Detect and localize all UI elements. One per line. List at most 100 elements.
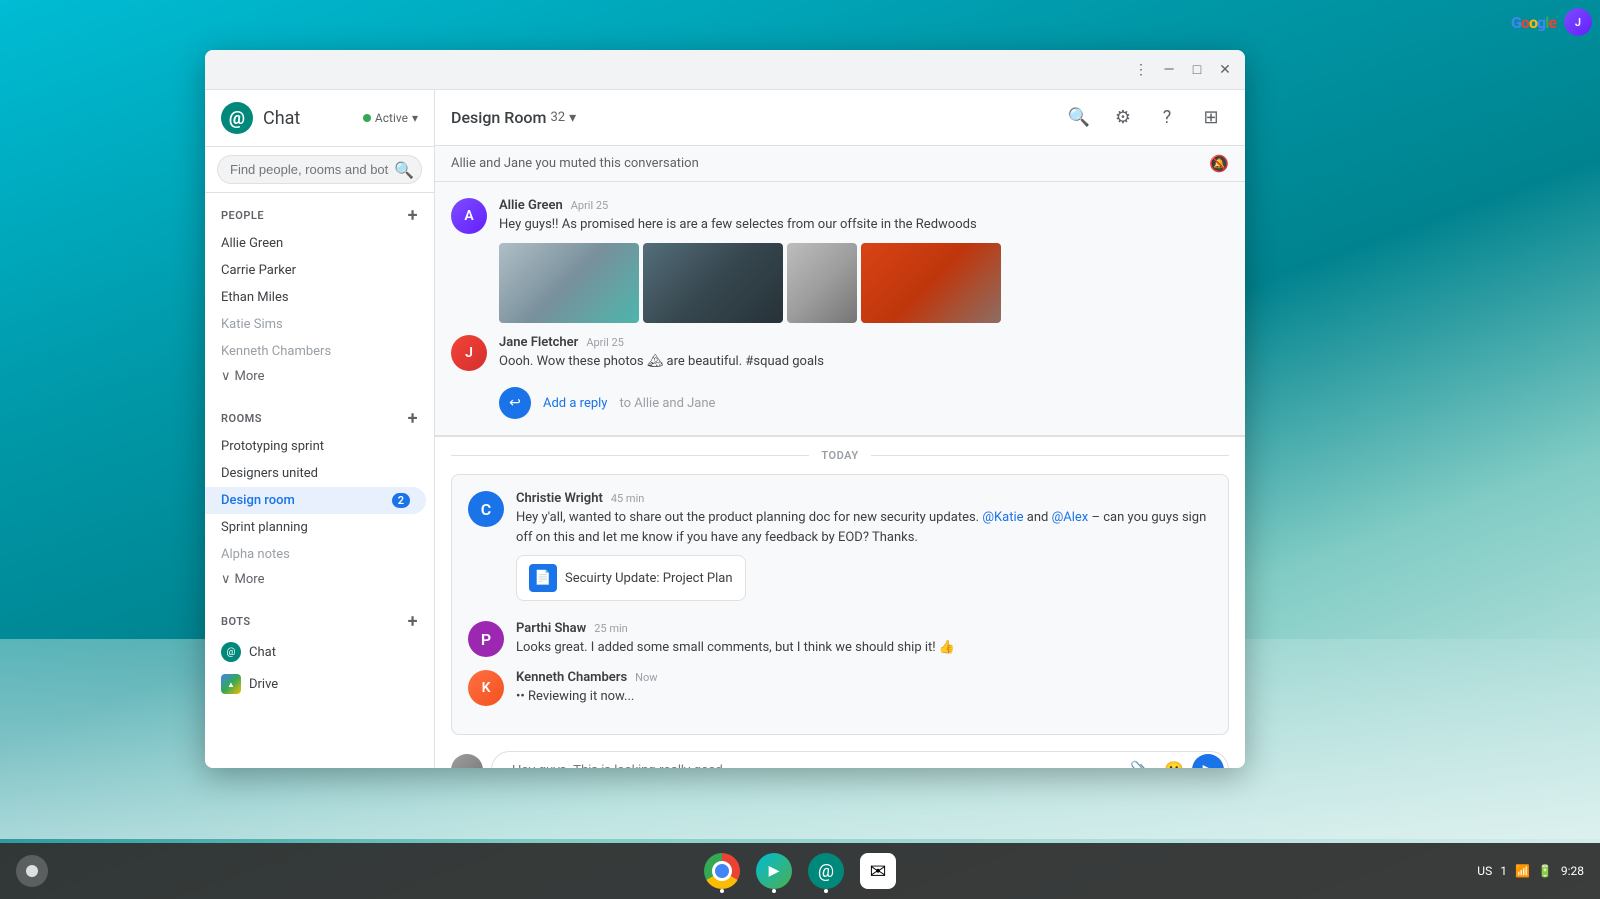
play-icon [756, 853, 792, 889]
chat-taskbar-icon: @ [808, 853, 844, 889]
help-button[interactable]: ? [1149, 100, 1185, 136]
sidebar-item-drive-bot[interactable]: ▲ Drive [205, 668, 426, 700]
photo-1[interactable] [499, 243, 639, 323]
google-bar: Google J [1511, 8, 1592, 36]
message-content-kenneth: Kenneth Chambers Now •• Reviewing it now… [516, 670, 1212, 707]
status-indicator[interactable]: Active ▾ [363, 111, 418, 125]
photo-2[interactable] [643, 243, 783, 323]
add-bot-button[interactable]: + [408, 611, 418, 632]
sidebar: @ Chat Active ▾ 🔍 PEOPLE + [205, 90, 435, 768]
sidebar-item-carrie-parker[interactable]: Carrie Parker [205, 257, 426, 284]
people-more-button[interactable]: ∨ More [205, 365, 434, 388]
sidebar-item-ethan-miles[interactable]: Ethan Miles [205, 284, 426, 311]
app-name-label: Chat [263, 108, 300, 129]
sidebar-header: @ Chat Active ▾ [205, 90, 434, 147]
emoji-button[interactable]: 🙂 [1158, 754, 1190, 769]
sender-parthi: Parthi Shaw [516, 621, 586, 636]
photo-3[interactable] [787, 243, 857, 323]
design-room-badge: 2 [392, 493, 410, 508]
message-header: Christie Wright 45 min [516, 491, 1212, 506]
maximize-button[interactable]: □ [1185, 58, 1209, 82]
window-controls: ⋮ — □ ✕ [1129, 58, 1237, 82]
wifi-icon: 📶 [1515, 864, 1530, 878]
sidebar-item-allie-green[interactable]: Allie Green [205, 230, 426, 257]
photo-4[interactable] [861, 243, 1001, 323]
photo-grid [499, 243, 1229, 323]
time-parthi: 25 min [594, 622, 628, 635]
search-input[interactable] [217, 155, 422, 184]
mute-icon[interactable]: 🔕 [1209, 154, 1229, 173]
search-button[interactable]: 🔍 [1061, 100, 1097, 136]
sidebar-item-designers-united[interactable]: Designers united [205, 460, 426, 487]
header-actions: 🔍 ⚙ ? ⊞ [1061, 100, 1229, 136]
people-section: PEOPLE + Allie Green Carrie Parker Ethan… [205, 193, 434, 396]
rooms-more-button[interactable]: ∨ More [205, 568, 434, 591]
apps-button[interactable]: ⊞ [1193, 100, 1229, 136]
taskbar-chat[interactable]: @ [806, 851, 846, 891]
input-actions: 📎 🙂 ▶ [1124, 754, 1224, 769]
add-person-button[interactable]: + [408, 205, 418, 226]
taskbar-icon-dot [772, 889, 776, 893]
message-input-container: 📎 🙂 ▶ [491, 751, 1229, 768]
add-reply-button[interactable]: Add a reply [543, 396, 607, 411]
message-input[interactable] [504, 752, 1120, 768]
message-content: Allie Green April 25 Hey guys!! As promi… [499, 198, 1229, 323]
message-header: Kenneth Chambers Now [516, 670, 1212, 685]
input-row: 📎 🙂 ▶ [435, 743, 1245, 768]
sidebar-item-kenneth-chambers[interactable]: Kenneth Chambers [205, 338, 426, 365]
time-kenneth: Now [635, 671, 657, 684]
title-bar: ⋮ — □ ✕ [205, 50, 1245, 90]
search-container: 🔍 [205, 147, 434, 193]
search-icon[interactable]: 🔍 [394, 160, 414, 179]
taskbar-icons: @ ✉ [702, 851, 898, 891]
sidebar-item-design-room[interactable]: Design room 2 [205, 487, 426, 514]
settings-button[interactable]: ⚙ [1105, 100, 1141, 136]
message-header: Allie Green April 25 [499, 198, 1229, 213]
taskbar-icon-dot [824, 889, 828, 893]
close-button[interactable]: ✕ [1213, 58, 1237, 82]
today-label: TODAY [821, 449, 858, 462]
people-section-header: PEOPLE + [205, 201, 434, 230]
menu-button[interactable]: ⋮ [1129, 58, 1153, 82]
sender-kenneth: Kenneth Chambers [516, 670, 627, 685]
avatar-allie: A [451, 198, 487, 234]
taskbar-play[interactable] [754, 851, 794, 891]
clock: 9:28 [1561, 864, 1584, 878]
doc-icon: 📄 [529, 564, 557, 592]
attachment-card[interactable]: 📄 Secuirty Update: Project Plan [516, 555, 746, 601]
sidebar-item-sprint-planning[interactable]: Sprint planning [205, 514, 426, 541]
sender-christie: Christie Wright [516, 491, 603, 506]
taskbar-status: US 1 📶 🔋 9:28 [1477, 864, 1584, 878]
updated-label [468, 475, 1212, 491]
message-text: Hey guys!! As promised here is are a few… [499, 215, 1229, 235]
divider-line-right [871, 455, 1229, 456]
user-avatar[interactable]: J [1564, 8, 1592, 36]
dropdown-icon[interactable]: ▾ [569, 110, 576, 126]
attach-button[interactable]: 📎 [1124, 754, 1156, 769]
chat-bot-icon: @ [221, 642, 241, 662]
sidebar-item-prototyping-sprint[interactable]: Prototyping sprint [205, 433, 426, 460]
taskbar: @ ✉ US 1 📶 🔋 9:28 [0, 843, 1600, 899]
sidebar-item-alpha-notes[interactable]: Alpha notes [205, 541, 426, 568]
message-row: J Jane Fletcher April 25 Oooh. Wow these… [451, 335, 1229, 372]
sidebar-item-chat-bot[interactable]: @ Chat [205, 636, 426, 668]
launcher-button[interactable] [16, 855, 48, 887]
sidebar-item-katie-sims[interactable]: Katie Sims [205, 311, 426, 338]
main-chat-area: Design Room 32 ▾ 🔍 ⚙ ? ⊞ Allie and Jane … [435, 90, 1245, 768]
avatar-parthi: P [468, 621, 504, 657]
message-content: Jane Fletcher April 25 Oooh. Wow these p… [499, 335, 1229, 372]
taskbar-gmail[interactable]: ✉ [858, 851, 898, 891]
add-room-button[interactable]: + [408, 408, 418, 429]
today-messages-container: C Christie Wright 45 min Hey y'all, want… [435, 474, 1245, 735]
taskbar-chrome[interactable] [702, 851, 742, 891]
reply-row: ↩ Add a reply to Allie and Jane [451, 383, 1229, 419]
muted-banner: Allie and Jane you muted this conversati… [435, 146, 1245, 182]
attachment-name: Secuirty Update: Project Plan [565, 571, 733, 586]
minimize-button[interactable]: — [1157, 58, 1181, 82]
avatar-kenneth: K [468, 670, 504, 706]
chevron-down-icon: ∨ [221, 369, 231, 384]
chrome-icon [704, 853, 740, 889]
app-window: ⋮ — □ ✕ @ Chat Active ▾ 🔍 [205, 50, 1245, 768]
send-button[interactable]: ▶ [1192, 754, 1224, 769]
message-thread-old: A Allie Green April 25 Hey guys!! As pro… [435, 182, 1245, 437]
